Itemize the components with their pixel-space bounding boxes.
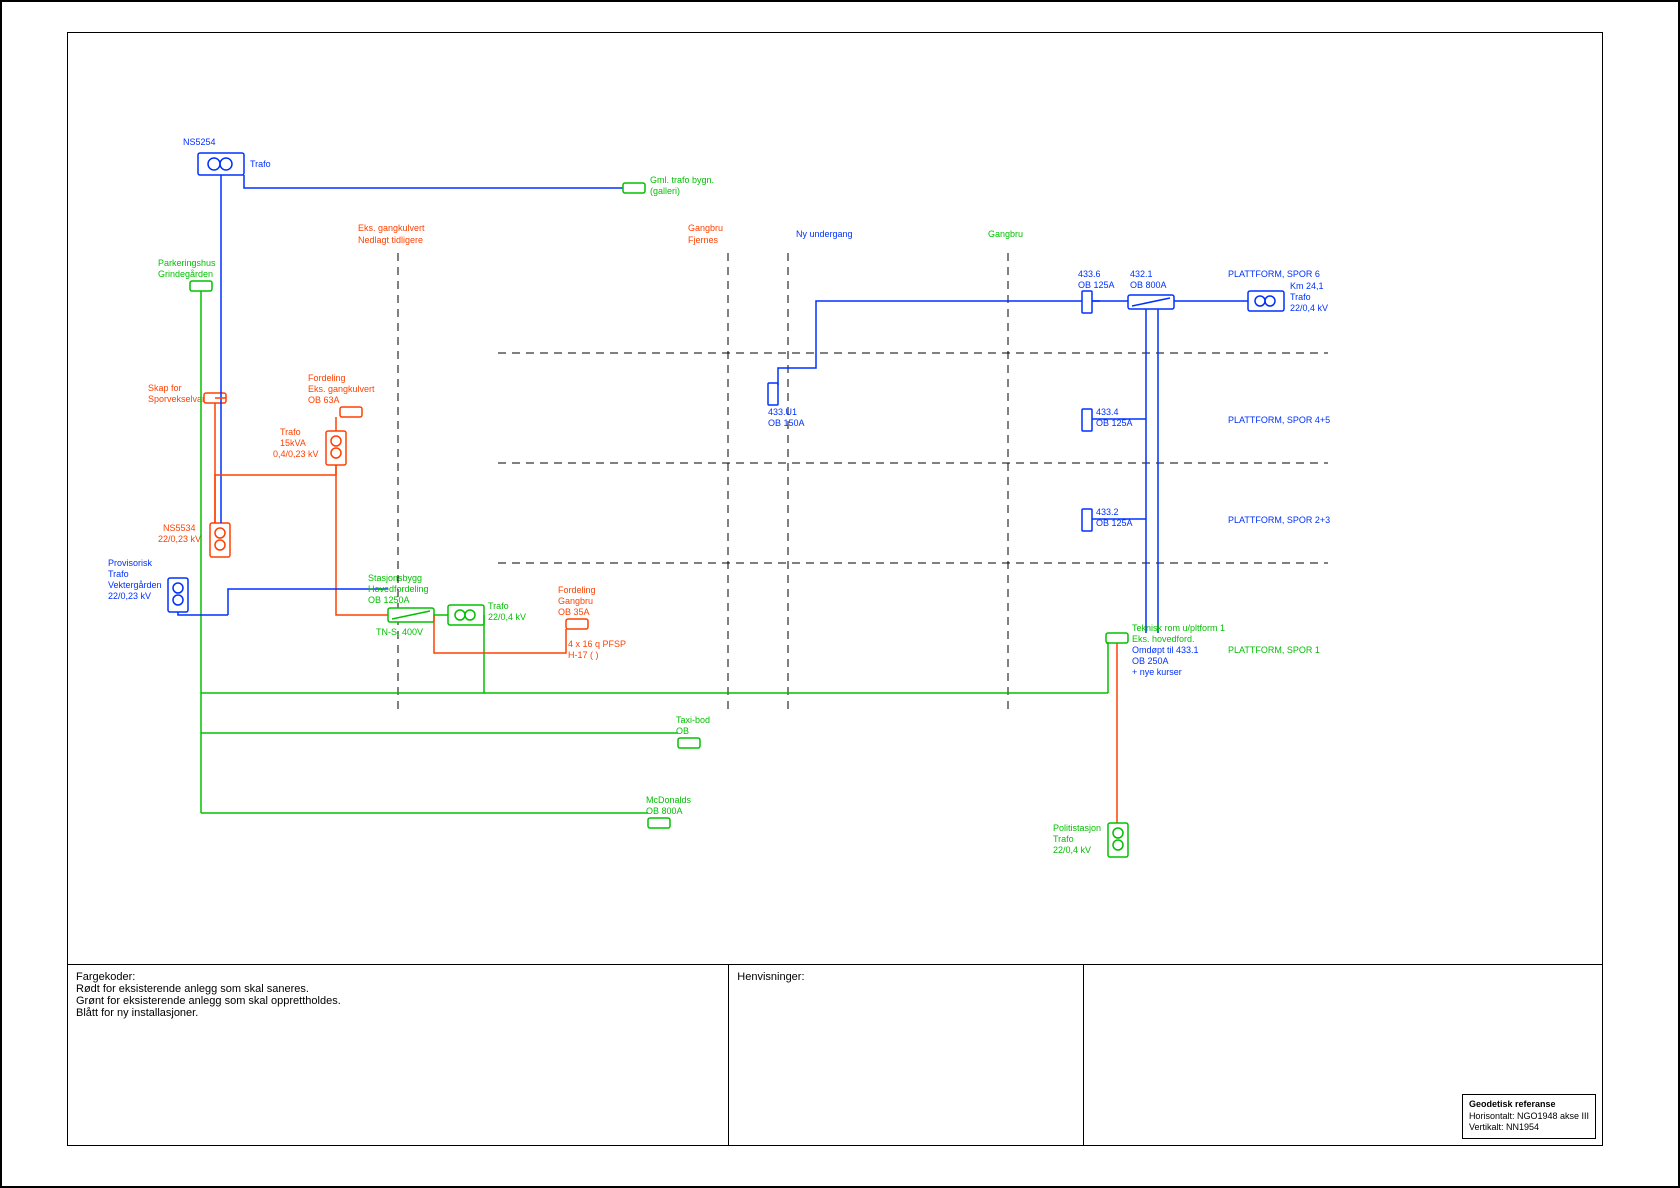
mcd-1: McDonalds (646, 795, 692, 805)
ns5534-1: NS5534 (163, 523, 196, 533)
trafo-label: Trafo (250, 159, 271, 169)
prov-3: Vektergården (108, 580, 162, 590)
km-1: Km 24,1 (1290, 281, 1324, 291)
eks-gang-1: Eks. gangkulvert (358, 223, 425, 233)
n4334-1: 433.4 (1096, 407, 1119, 417)
politi-1: Politistasjon (1053, 823, 1101, 833)
gml-trafo-l2: (galleri) (650, 186, 680, 196)
fordgb-2: Gangbru (558, 596, 593, 606)
fordgb-1: Fordeling (558, 585, 596, 595)
trafo15-1: Trafo (280, 427, 301, 437)
skap-l1: Skap for (148, 383, 182, 393)
n4336-1: 433.6 (1078, 269, 1101, 279)
platt1: PLATTFORM, SPOR 1 (1228, 645, 1320, 655)
prov-1: Provisorisk (108, 558, 153, 568)
ns5534-2: 22/0,23 kV (158, 534, 201, 544)
trafo15-2: 15kVA (280, 438, 306, 448)
trafo22-1: Trafo (488, 601, 509, 611)
n4332-1: 433.2 (1096, 507, 1119, 517)
eks-gang-2: Nedlagt tidligere (358, 235, 423, 245)
title-block: Fargekoder: Rødt for eksisterende anlegg… (68, 964, 1602, 1145)
taxi-2: OB (676, 726, 689, 736)
platt23: PLATTFORM, SPOR 2+3 (1228, 515, 1330, 525)
km-2: Trafo (1290, 292, 1311, 302)
pfsp-1: 4 x 16 q PFSP (568, 639, 626, 649)
pfsp-2: H-17 ( ) (568, 650, 599, 660)
gml-trafo-l1: Gml. trafo bygn. (650, 175, 714, 185)
gangbru-fj-1: Gangbru (688, 223, 723, 233)
stasj-3: OB 1250A (368, 595, 410, 605)
km-3: 22/0,4 kV (1290, 303, 1328, 313)
fargekoder-3: Blått for ny installasjoner. (76, 1007, 720, 1019)
politi-2: Trafo (1053, 834, 1074, 844)
n433u1-1: 433.U1 (768, 407, 797, 417)
prov-2: Trafo (108, 569, 129, 579)
tekn-5: + nye kurser (1132, 667, 1182, 677)
fargekoder-2: Grønt for eksisterende anlegg som skal o… (76, 995, 720, 1007)
drawing-sheet: NS5254 Trafo Gml. trafo bygn. (galleri) … (0, 0, 1680, 1188)
stasj-2: Hovedfordeling (368, 584, 429, 594)
tekn-3: Omdøpt til 433.1 (1132, 645, 1199, 655)
park-l1: Parkeringshus (158, 258, 216, 268)
mcd-2: OB 800A (646, 806, 683, 816)
fordgb-3: OB 35A (558, 607, 590, 617)
n4336-2: OB 125A (1078, 280, 1115, 290)
henvisninger: Henvisninger: (737, 971, 1074, 983)
n4321-2: OB 800A (1130, 280, 1167, 290)
politi-3: 22/0,4 kV (1053, 845, 1091, 855)
n4321-1: 432.1 (1130, 269, 1153, 279)
n433u1-2: OB 150A (768, 418, 805, 428)
park-l2: Grindegården (158, 269, 213, 279)
stasj-1: Stasjonsbygg (368, 573, 422, 583)
ford-eks-1: Fordeling (308, 373, 346, 383)
tns: TN-S, 400V (376, 627, 423, 637)
platt45: PLATTFORM, SPOR 4+5 (1228, 415, 1330, 425)
fargekoder-1: Rødt for eksisterende anlegg som skal sa… (76, 983, 720, 995)
gangbru-right: Gangbru (988, 229, 1023, 239)
fargekoder-h: Fargekoder: (76, 971, 720, 983)
tekn-1: Teknisk rom u/pltform 1 (1132, 623, 1225, 633)
trafo22-2: 22/0,4 kV (488, 612, 526, 622)
trafo15-3: 0,4/0,23 kV (273, 449, 319, 459)
geodetic-ref: Geodetisk referanse Horisontalt: NGO1948… (1462, 1094, 1596, 1139)
platt6: PLATTFORM, SPOR 6 (1228, 269, 1320, 279)
tekn-2: Eks. hovedford. (1132, 634, 1195, 644)
taxi-1: Taxi-bod (676, 715, 710, 725)
prov-4: 22/0,23 kV (108, 591, 151, 601)
ford-eks-2: Eks. gangkulvert (308, 384, 375, 394)
tekn-4: OB 250A (1132, 656, 1169, 666)
ford-eks-3: OB 63A (308, 395, 340, 405)
ny-undergang: Ny undergang (796, 229, 853, 239)
ns5254-label: NS5254 (183, 137, 216, 147)
schematic: NS5254 Trafo Gml. trafo bygn. (galleri) … (68, 33, 1608, 973)
gangbru-fj-2: Fjernes (688, 235, 719, 245)
drawing-area: NS5254 Trafo Gml. trafo bygn. (galleri) … (67, 32, 1603, 1146)
